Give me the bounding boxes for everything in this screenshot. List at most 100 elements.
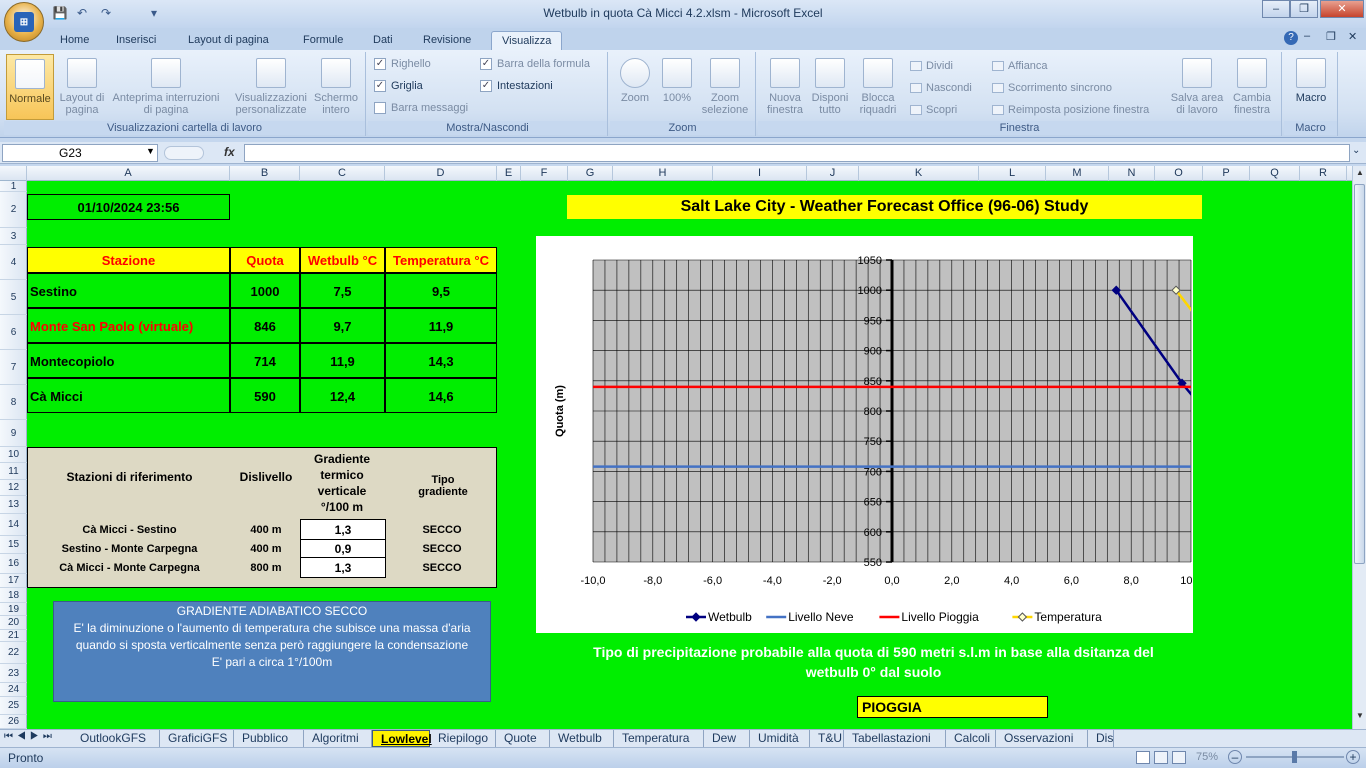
sheet-nav-icons[interactable]: ⏮◀▶⏭ bbox=[4, 731, 56, 742]
row-header[interactable]: 24 bbox=[0, 683, 27, 697]
precip-result[interactable]: PIOGGIA bbox=[857, 696, 1048, 718]
datetime-cell[interactable]: 01/10/2024 23:56 bbox=[27, 194, 230, 220]
tab-page-layout[interactable]: Layout di pagina bbox=[178, 31, 279, 50]
zoom-out-icon[interactable]: – bbox=[1228, 750, 1242, 764]
gradient-stations-header[interactable]: Stazioni di riferimento bbox=[28, 452, 231, 502]
fx-button[interactable]: fx bbox=[224, 145, 235, 159]
gradient-type-header[interactable]: Tipo gradiente bbox=[408, 466, 478, 506]
maximize-button[interactable]: ❐ bbox=[1290, 0, 1318, 18]
column-header[interactable]: F bbox=[521, 166, 568, 181]
sheet-tab-t-u[interactable]: T&U bbox=[810, 730, 844, 747]
column-header[interactable]: H bbox=[613, 166, 713, 181]
split-button[interactable]: Dividi bbox=[910, 60, 953, 72]
column-header[interactable]: Q bbox=[1250, 166, 1300, 181]
station-wetbulb-cell[interactable]: 12,4 bbox=[300, 378, 385, 413]
gradient-stations-cell[interactable]: Cà Micci - Monte Carpegna bbox=[28, 558, 231, 578]
message-bar-checkbox[interactable]: Barra messaggi bbox=[374, 102, 468, 114]
doc-restore-icon[interactable]: ❐ bbox=[1326, 30, 1336, 43]
zoom-level[interactable]: 75% bbox=[1196, 751, 1218, 763]
row-header[interactable]: 20 bbox=[0, 616, 27, 630]
tab-view[interactable]: Visualizza bbox=[491, 31, 563, 50]
row-header[interactable]: 5 bbox=[0, 280, 27, 315]
station-wetbulb-cell[interactable]: 7,5 bbox=[300, 273, 385, 308]
row-header[interactable]: 2 bbox=[0, 192, 27, 228]
gradient-value-header[interactable]: Gradiente termico verticale °/100 m bbox=[310, 450, 374, 516]
page-break-view-icon[interactable] bbox=[1172, 751, 1186, 764]
gridlines-checkbox[interactable]: ✓ Griglia bbox=[374, 80, 423, 92]
chart-title[interactable]: Salt Lake City - Weather Forecast Office… bbox=[567, 195, 1202, 219]
gradient-stations-cell[interactable]: Cà Micci - Sestino bbox=[28, 520, 231, 540]
column-header[interactable]: M bbox=[1046, 166, 1109, 181]
station-wetbulb-cell[interactable]: 11,9 bbox=[300, 343, 385, 378]
sheet-tab-umidit-[interactable]: Umidità bbox=[750, 730, 810, 747]
help-icon[interactable]: ? bbox=[1284, 31, 1298, 45]
column-header[interactable]: N bbox=[1109, 166, 1155, 181]
quota-header[interactable]: Quota bbox=[230, 247, 300, 273]
row-header[interactable]: 13 bbox=[0, 496, 27, 514]
row-header[interactable]: 19 bbox=[0, 603, 27, 616]
station-quota-cell[interactable]: 846 bbox=[230, 308, 300, 343]
station-name-cell[interactable]: Monte San Paolo (virtuale) bbox=[27, 308, 230, 343]
wetbulb-header[interactable]: Wetbulb °C bbox=[300, 247, 385, 273]
gradient-dislivello-cell[interactable]: 400 m bbox=[231, 540, 301, 558]
column-header[interactable]: B bbox=[230, 166, 300, 181]
station-header[interactable]: Stazione bbox=[27, 247, 230, 273]
sheet-tab-quote[interactable]: Quote bbox=[496, 730, 550, 747]
formula-bar-checkbox[interactable]: ✓ Barra della formula bbox=[480, 58, 590, 70]
row-header[interactable]: 7 bbox=[0, 350, 27, 385]
chart-area[interactable]: 550 600 650 700 750 800 850 900 950 1000 1050 -10,0… bbox=[536, 236, 1202, 633]
gradient-value-cell[interactable]: 1,3 bbox=[300, 519, 386, 540]
sheet-tab-tabellastazioni[interactable]: Tabellastazioni bbox=[844, 730, 946, 747]
worksheet[interactable]: 01/10/2024 23:56 Stazione Quota Wetbulb … bbox=[27, 181, 1352, 729]
vertical-scrollbar[interactable]: ▲ ▼ bbox=[1352, 166, 1366, 729]
sheet-tab-calcoli[interactable]: Calcoli bbox=[946, 730, 996, 747]
row-header[interactable]: 10 bbox=[0, 447, 27, 463]
sheet-tab-osservazioni[interactable]: Osservazioni bbox=[996, 730, 1088, 747]
normal-view-icon[interactable] bbox=[1136, 751, 1150, 764]
column-header[interactable]: P bbox=[1203, 166, 1250, 181]
tab-home[interactable]: Home bbox=[50, 31, 99, 50]
row-header[interactable]: 14 bbox=[0, 514, 27, 536]
scroll-down-icon[interactable]: ▼ bbox=[1354, 711, 1366, 725]
column-header[interactable]: A bbox=[27, 166, 230, 181]
sheet-tab-dis[interactable]: Dis bbox=[1088, 730, 1114, 747]
expand-formula-icon[interactable]: ⌄ bbox=[1352, 145, 1360, 156]
name-box[interactable]: G23 bbox=[2, 144, 158, 162]
name-box-dropdown-icon[interactable]: ▼ bbox=[146, 146, 155, 156]
station-name-cell[interactable]: Montecopiolo bbox=[27, 343, 230, 378]
station-temp-cell[interactable]: 11,9 bbox=[385, 308, 497, 343]
column-header[interactable]: G bbox=[568, 166, 613, 181]
station-temp-cell[interactable]: 14,3 bbox=[385, 343, 497, 378]
gradient-value-cell[interactable]: 0,9 bbox=[300, 539, 386, 558]
row-header[interactable]: 18 bbox=[0, 588, 27, 603]
column-header[interactable]: E bbox=[497, 166, 521, 181]
doc-minimize-icon[interactable]: – bbox=[1304, 30, 1310, 42]
station-temp-cell[interactable]: 9,5 bbox=[385, 273, 497, 308]
station-name-cell[interactable]: Sestino bbox=[27, 273, 230, 308]
new-window-button[interactable]: Nuova finestra bbox=[762, 58, 808, 116]
row-header[interactable]: 21 bbox=[0, 630, 27, 642]
sheet-tab-wetbulb[interactable]: Wetbulb bbox=[550, 730, 614, 747]
select-all-corner[interactable] bbox=[0, 166, 27, 181]
zoom-100-button[interactable]: 100% bbox=[656, 58, 698, 104]
station-quota-cell[interactable]: 590 bbox=[230, 378, 300, 413]
gradient-value-cell[interactable]: 1,3 bbox=[300, 557, 386, 578]
minimize-button[interactable]: – bbox=[1262, 0, 1290, 18]
column-header[interactable]: C bbox=[300, 166, 385, 181]
zoom-in-icon[interactable]: + bbox=[1346, 750, 1360, 764]
sheet-tab-riepilogo[interactable]: Riepilogo bbox=[430, 730, 496, 747]
sheet-tab-outlookgfs[interactable]: OutlookGFS bbox=[72, 730, 160, 747]
row-header[interactable]: 12 bbox=[0, 480, 27, 496]
row-header[interactable]: 6 bbox=[0, 315, 27, 350]
ruler-checkbox[interactable]: ✓ Righello bbox=[374, 58, 431, 70]
sheet-tab-pubblico[interactable]: Pubblico bbox=[234, 730, 304, 747]
row-header[interactable]: 4 bbox=[0, 245, 27, 280]
gradient-type-cell[interactable]: SECCO bbox=[386, 520, 498, 540]
gradient-dislivello-cell[interactable]: 800 m bbox=[231, 558, 301, 578]
side-by-side-button[interactable]: Affianca bbox=[992, 60, 1048, 72]
freeze-panes-button[interactable]: Blocca riquadri bbox=[852, 58, 904, 116]
station-quota-cell[interactable]: 1000 bbox=[230, 273, 300, 308]
column-header[interactable]: D bbox=[385, 166, 497, 181]
station-temp-cell[interactable]: 14,6 bbox=[385, 378, 497, 413]
reset-position-button[interactable]: Reimposta posizione finestra bbox=[992, 104, 1149, 116]
